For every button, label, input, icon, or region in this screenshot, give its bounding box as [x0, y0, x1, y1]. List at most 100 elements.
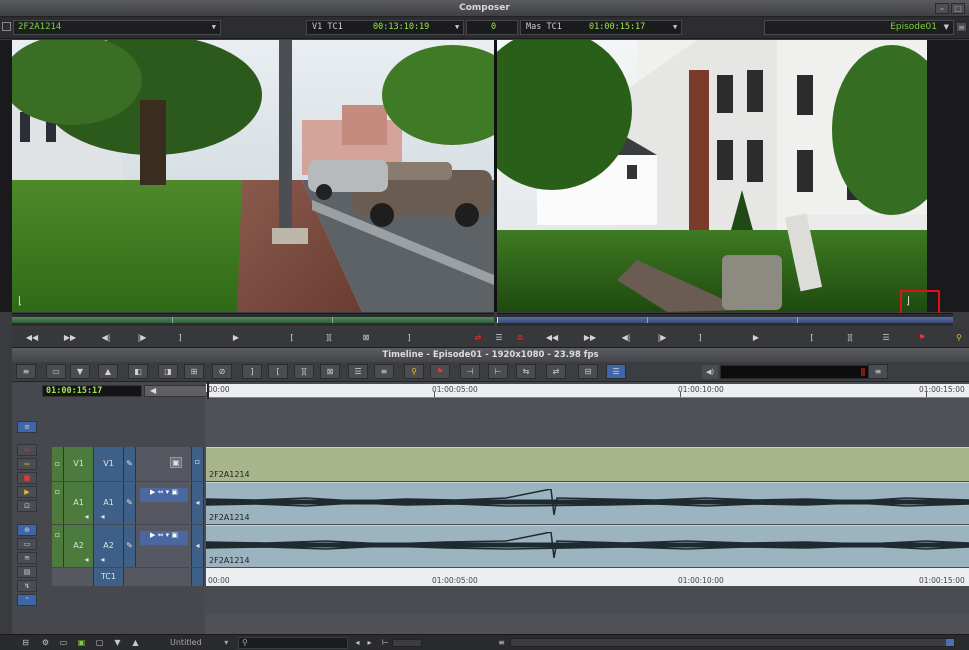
timeline-view-icon[interactable]: ☰	[606, 364, 626, 379]
track-edit-icon[interactable]: ✎	[124, 482, 136, 524]
audio-track-controls[interactable]: ▶ ⇔ ▾ ▣	[136, 482, 192, 524]
clear-icon[interactable]: ⊘	[212, 364, 232, 379]
maximize-button[interactable]: □	[951, 3, 965, 14]
nav-next-icon[interactable]: ▸	[364, 638, 375, 648]
source-position-bar[interactable]	[12, 313, 494, 326]
scrollbar-thumb[interactable]	[946, 639, 954, 646]
audio-clip-a1[interactable]: 2F2A1214	[206, 482, 969, 524]
track-menu-icon[interactable]: ≡	[17, 421, 37, 433]
record-track-tc1[interactable]: TC1	[94, 568, 124, 586]
track-lock-icon[interactable]: ▫	[52, 482, 64, 524]
composer-options-icon[interactable]: ≡	[956, 22, 967, 32]
record-position-bar[interactable]	[497, 313, 953, 326]
clear-marks-icon[interactable]: ⊠	[320, 364, 340, 379]
track-monitor-toggle[interactable]: ◂	[192, 525, 204, 567]
mark-clip-button[interactable]: ][	[317, 330, 341, 345]
waveform-icon[interactable]: ≋	[17, 552, 37, 564]
track-monitor-toggle[interactable]: ▫	[192, 447, 204, 481]
tracking-zero-display[interactable]: 0	[466, 20, 518, 35]
chevron-down-icon[interactable]: ▼	[112, 638, 123, 648]
mark-clip-icon[interactable]: ][	[294, 364, 314, 379]
extract-icon[interactable]: ◨	[158, 364, 178, 379]
overwrite-icon[interactable]: ⊞	[184, 364, 204, 379]
segment-icon[interactable]: ◧	[128, 364, 148, 379]
link-selection-icon[interactable]: ⊕	[17, 524, 37, 536]
fast-forward-button[interactable]: ▶▶	[58, 330, 82, 345]
mark-in-button-2[interactable]: [	[800, 330, 824, 345]
track-monitor-toggle[interactable]	[192, 568, 204, 586]
slip-icon[interactable]: ⇆	[516, 364, 536, 379]
trim-right-icon[interactable]: ⊢	[488, 364, 508, 379]
mark-out-button[interactable]: ]	[168, 330, 192, 345]
source-clip-menu[interactable]: 2F2A1214 ▼	[13, 20, 221, 35]
timecode-track[interactable]: 00:00 01:00:05:00 01:00:10:00 01:00:15:0…	[206, 568, 969, 586]
search-field[interactable]: ⚲	[238, 637, 348, 649]
rewind-button[interactable]: ◀◀	[20, 330, 44, 345]
yellow-segment-icon[interactable]: ▶	[17, 486, 37, 498]
audio-data-icon[interactable]: ▤	[17, 566, 37, 578]
clear-marks-button[interactable]: ⊠	[354, 330, 378, 345]
chevron-up-icon[interactable]: ▲	[130, 638, 141, 648]
splice-icon[interactable]: ☰	[348, 364, 368, 379]
track-edit-icon[interactable]: ✎	[124, 447, 136, 481]
nav-prev-icon[interactable]: ◂	[352, 638, 363, 648]
step-back-button-2[interactable]: ◀|	[614, 330, 638, 345]
position-indicator[interactable]	[497, 317, 498, 323]
slide-icon[interactable]: ⇄	[546, 364, 566, 379]
scale-slider-start[interactable]: ⊢	[380, 638, 391, 648]
meter-options-icon[interactable]: ≡	[868, 364, 888, 379]
step-forward-button[interactable]: |▶	[130, 330, 154, 345]
source-timecode-display[interactable]: V1 TC1 00:13:10:19 ▼	[306, 20, 464, 35]
monitor-icon[interactable]: ▢	[94, 638, 105, 648]
red-arrow-icon[interactable]: ⇦	[17, 444, 37, 456]
fast-forward-button-2[interactable]: ▶▶	[578, 330, 602, 345]
match-frame-icon[interactable]: ⚑	[430, 364, 450, 379]
timeline-horizontal-scrollbar[interactable]	[510, 638, 955, 647]
record-track-a2[interactable]: A2 ◂	[94, 525, 124, 567]
chevron-down-icon[interactable]: ▼	[70, 364, 90, 379]
trim-button[interactable]: ☰	[874, 330, 898, 345]
mark-clip-button-2[interactable]: ][	[838, 330, 862, 345]
monitor-icon[interactable]: ▭	[46, 364, 66, 379]
image-icon[interactable]: ▣	[76, 638, 87, 648]
mark-out-button-2[interactable]: ]	[397, 330, 421, 345]
master-timecode-display[interactable]: Mas TC1 01:00:15:17 ▼	[520, 20, 682, 35]
track-monitor-toggle[interactable]: ◂	[192, 482, 204, 524]
video-monitor-icon[interactable]: ▣	[136, 447, 192, 481]
effects-icon[interactable]: ↯	[17, 580, 37, 592]
rewind-button-2[interactable]: ◀◀	[540, 330, 564, 345]
trim-left-icon[interactable]: ⊣	[460, 364, 480, 379]
mark-in-icon[interactable]: [	[268, 364, 288, 379]
video-quality-icon[interactable]: ▭	[58, 638, 69, 648]
lift-button[interactable]: ⊜	[508, 330, 532, 345]
track-lock-icon[interactable]: ▫	[52, 447, 64, 481]
chevron-up-icon[interactable]: ▲	[98, 364, 118, 379]
mark-out-icon[interactable]: ]	[242, 364, 262, 379]
sync-lock-icon[interactable]: ⊟	[578, 364, 598, 379]
add-edit-icon[interactable]: ⚲	[404, 364, 424, 379]
lift-icon[interactable]: ≡	[374, 364, 394, 379]
red-segment-icon[interactable]: ■	[17, 472, 37, 484]
scroll-menu-icon[interactable]: ≡	[496, 638, 507, 648]
monitor-menu-icon[interactable]	[2, 22, 11, 31]
source-track-v1[interactable]: V1	[64, 447, 94, 481]
yellow-arrow-icon[interactable]: ⇨	[17, 458, 37, 470]
minimize-button[interactable]: –	[935, 3, 949, 14]
record-sequence-menu[interactable]: Episode01 ▼	[764, 20, 954, 35]
clip-text-icon[interactable]: ▭	[17, 538, 37, 550]
audio-monitor-icon[interactable]: ◀)	[702, 365, 718, 379]
match-frame-button[interactable]: ⚑	[910, 330, 934, 345]
timeline-ruler[interactable]: 00:00 01:00:05:00 01:00:10:00 01:00:15:0…	[206, 384, 969, 398]
mark-in-button[interactable]: [	[280, 330, 304, 345]
mark-out-button-3[interactable]: ]	[688, 330, 712, 345]
track-edit-icon[interactable]: ✎	[124, 525, 136, 567]
step-back-button[interactable]: ◀|	[94, 330, 118, 345]
settings-icon[interactable]: ⚙	[40, 638, 51, 648]
bin-selector[interactable]: Untitled ▾	[170, 637, 230, 649]
timeline-menu-icon[interactable]: ⊟	[20, 638, 31, 648]
audio-clip-a2[interactable]: 2F2A1214	[206, 525, 969, 567]
zoom-icon[interactable]: ⌃	[17, 594, 37, 606]
step-forward-button-2[interactable]: |▶	[650, 330, 674, 345]
track-lock-icon[interactable]: ▫	[52, 525, 64, 567]
record-track-v1[interactable]: V1	[94, 447, 124, 481]
